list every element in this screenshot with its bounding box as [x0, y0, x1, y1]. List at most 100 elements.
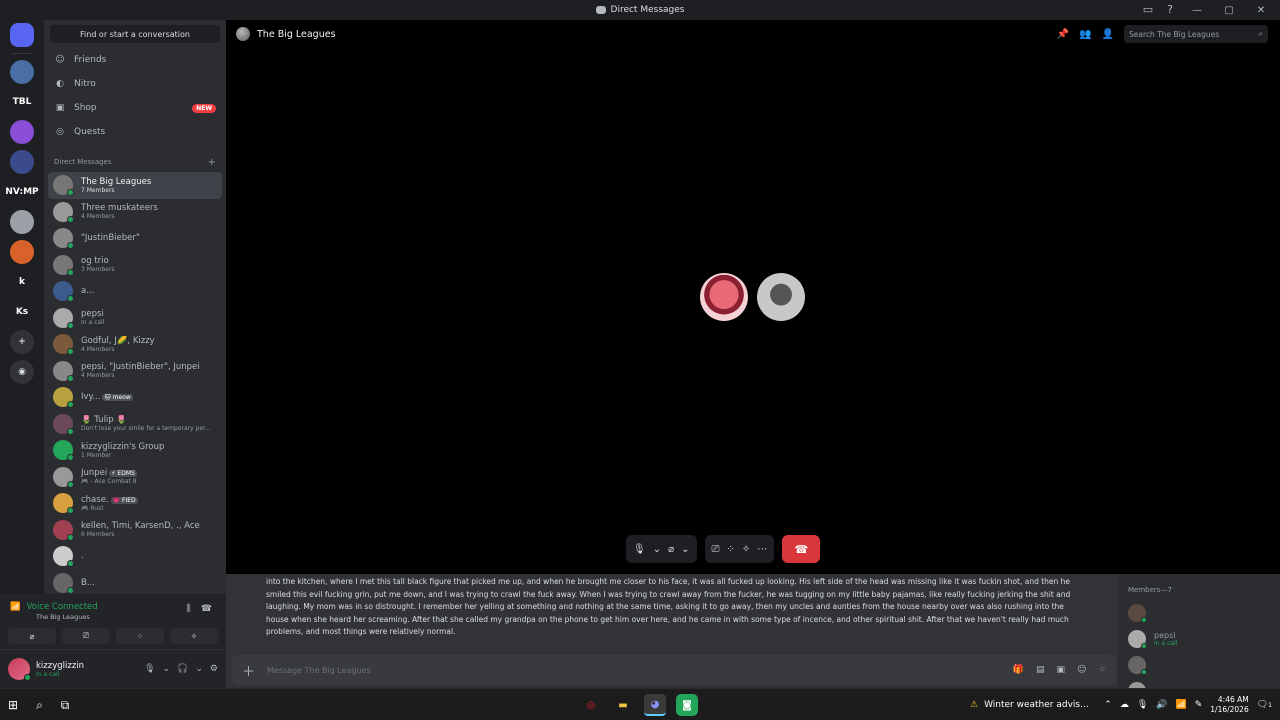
disconnect-button[interactable]: ☎	[782, 535, 821, 563]
create-dm-icon[interactable]: +	[208, 157, 216, 168]
pin-icon[interactable]: 📌	[1057, 29, 1069, 40]
rail-server-2[interactable]	[10, 120, 34, 144]
gift-icon[interactable]: 🎁	[1013, 665, 1024, 675]
voice-status-label[interactable]: Voice Connected	[27, 602, 98, 612]
chevron-down-icon[interactable]: ⌄	[195, 664, 203, 674]
gif-icon[interactable]: ▤	[1036, 665, 1045, 675]
dm-item[interactable]: .	[48, 543, 222, 570]
soundboard-icon: ✧	[190, 631, 198, 641]
inbox-icon[interactable]: ▭	[1142, 4, 1154, 16]
dm-item[interactable]: og trio 3 Members	[48, 252, 222, 279]
help-icon[interactable]: ?	[1164, 4, 1176, 16]
windows-start-icon[interactable]: ⊞	[8, 698, 18, 712]
sidebar-item-quests[interactable]: ◎ Quests	[48, 120, 222, 144]
search-input[interactable]: Search The Big Leagues ⌕	[1124, 25, 1268, 43]
activities-icon[interactable]: ⁘	[727, 544, 735, 555]
dm-item[interactable]: The Big Leagues 7 Members	[48, 172, 222, 199]
minimize-button[interactable]: —	[1186, 0, 1208, 20]
headphones-icon[interactable]: 🎧	[177, 664, 188, 674]
rail-server-1[interactable]	[10, 60, 34, 84]
noise-suppression-icon[interactable]: ⫼	[187, 604, 191, 614]
maximize-button[interactable]: ▢	[1218, 0, 1240, 20]
rail-server-3[interactable]	[10, 150, 34, 174]
discover-icon[interactable]: ◉	[10, 360, 34, 384]
chevron-up-icon[interactable]: ⌃	[1104, 700, 1112, 710]
file-explorer-icon[interactable]: ▬	[612, 694, 634, 716]
member-list-icon[interactable]: 👤	[1102, 29, 1114, 40]
chevron-down-icon[interactable]: ⌄	[681, 544, 689, 555]
notifications-icon[interactable]: 🗨1	[1257, 700, 1272, 710]
wifi-icon[interactable]: 📶	[1176, 700, 1187, 710]
add-server-icon[interactable]: +	[10, 330, 34, 354]
dm-item[interactable]: pepsi, "JustinBieber", Junpei 4 Members	[48, 358, 222, 385]
member-item[interactable]	[1128, 600, 1270, 626]
dm-item[interactable]: Junpei ⚡ EDMS 🎮 - Ace Combat 8	[48, 464, 222, 491]
dm-item[interactable]: pepsi In a call	[48, 305, 222, 332]
settings-gear-icon[interactable]: ⚙	[210, 664, 218, 674]
rail-server-ks[interactable]: Ks	[10, 300, 34, 324]
attach-plus-icon[interactable]: ＋	[242, 661, 255, 680]
call-participant-avatar-2[interactable]	[757, 273, 805, 321]
apps-icon[interactable]: ⁘	[1098, 665, 1106, 675]
sidebar-item-shop[interactable]: ▣ Shop NEW	[48, 96, 222, 120]
dm-subtitle: 6 Members	[81, 531, 115, 539]
find-conversation-button[interactable]: Find or start a conversation	[50, 25, 220, 43]
group-avatar	[236, 27, 250, 41]
dm-item[interactable]: Ivy... 🐱 meow	[48, 384, 222, 411]
task-view-icon[interactable]: ⧉	[61, 698, 70, 713]
camera-off-icon[interactable]: ⌀	[668, 544, 674, 555]
screen-share-icon[interactable]: ⎚	[712, 544, 720, 555]
sidebar-item-friends[interactable]: ☺ Friends	[48, 48, 222, 72]
microphone-icon[interactable]: 🎙	[144, 664, 155, 674]
camera-button[interactable]: ⌀	[8, 628, 56, 644]
avatar[interactable]	[8, 658, 31, 681]
chevron-down-icon[interactable]: ⌄	[653, 544, 661, 555]
clan-tag: 💗 FIED	[110, 496, 138, 504]
voice-channel-label[interactable]: The Big Leagues	[36, 613, 216, 621]
member-item[interactable]: pepsi In a call	[1128, 626, 1270, 652]
search-icon[interactable]: ⌕	[36, 698, 43, 713]
discord-icon[interactable]: ◕	[644, 694, 666, 716]
cloud-icon[interactable]: ☁	[1120, 700, 1129, 710]
sticker-icon[interactable]: ▣	[1057, 665, 1066, 675]
disconnect-icon[interactable]: ☎	[201, 604, 212, 614]
rail-server-nvmp[interactable]: NV:MP	[5, 180, 39, 204]
microphone-icon[interactable]: 🎙	[633, 544, 646, 555]
rail-server-tbl[interactable]: TBL	[10, 90, 34, 114]
activities-button[interactable]: ⁘	[116, 628, 164, 644]
call-participant-avatar-1[interactable]	[700, 273, 748, 321]
rail-server-4[interactable]	[10, 210, 34, 234]
soundboard-button[interactable]: ✧	[170, 628, 218, 644]
opera-icon[interactable]: ◎	[580, 694, 602, 716]
dm-item[interactable]: "JustinBieber"	[48, 225, 222, 252]
chevron-down-icon[interactable]: ⌄	[163, 664, 171, 674]
emoji-icon[interactable]: ☺	[1077, 665, 1086, 675]
dm-item[interactable]: a...	[48, 278, 222, 305]
dm-item[interactable]: Godful, J🌽, Kizzy 4 Members	[48, 331, 222, 358]
message-input[interactable]	[267, 665, 1001, 675]
add-friends-icon[interactable]: 👥	[1079, 29, 1091, 40]
microphone-icon[interactable]: 🎙	[1137, 700, 1148, 710]
screen-share-button[interactable]: ⎚	[62, 628, 110, 644]
dm-item[interactable]: kizzyglizzin's Group 1 Member	[48, 437, 222, 464]
rail-home[interactable]	[10, 23, 34, 47]
weather-widget[interactable]: ⚠ Winter weather advis...	[970, 689, 1089, 720]
status-dot	[67, 321, 74, 329]
rail-server-k[interactable]: k	[10, 270, 34, 294]
member-item[interactable]	[1128, 652, 1270, 678]
dm-item[interactable]: kellen, Timi, KarsenD, ., Ace 6 Members	[48, 517, 222, 544]
soundboard-icon[interactable]: ✧	[742, 544, 750, 555]
sidebar-item-nitro[interactable]: ◐ Nitro	[48, 72, 222, 96]
more-icon[interactable]: ⋯	[757, 544, 767, 555]
dm-item[interactable]: B...	[48, 570, 222, 595]
dm-item[interactable]: Three muskateers 4 Members	[48, 199, 222, 226]
app-icon[interactable]: ◙	[676, 694, 698, 716]
dm-item[interactable]: 🌷 Tulip 🌷 Don't lose your smile for a te…	[48, 411, 222, 438]
pen-icon[interactable]: ✎	[1195, 700, 1203, 710]
clock[interactable]: 4:46 AM 1/16/2026	[1210, 695, 1248, 715]
volume-icon[interactable]: 🔊	[1156, 700, 1167, 710]
rail-server-5[interactable]	[10, 240, 34, 264]
member-item[interactable]: Junpei⚡ EDMS	[1128, 678, 1270, 688]
close-button[interactable]: ✕	[1250, 0, 1272, 20]
dm-item[interactable]: chase. 💗 FIED 🎮 Rust	[48, 490, 222, 517]
